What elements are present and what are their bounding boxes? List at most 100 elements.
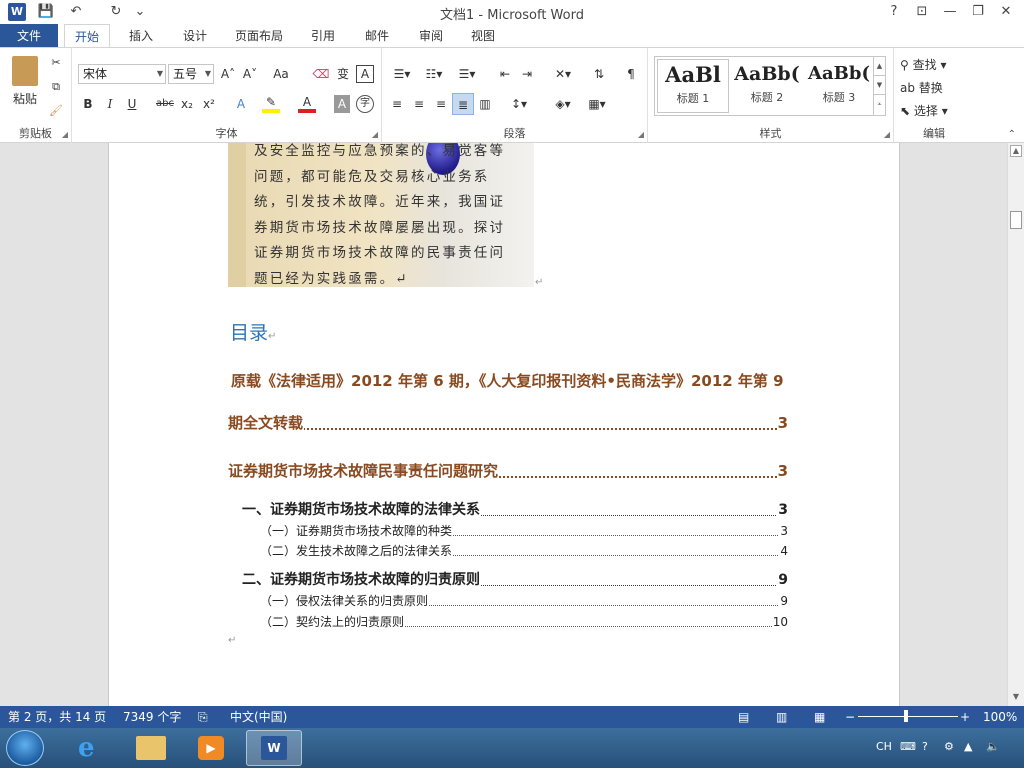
clipboard-dialog-launcher-icon[interactable]: ◢ (62, 130, 68, 139)
more-styles-icon[interactable]: ⩡ (874, 95, 885, 113)
paste-button[interactable]: 粘贴 (8, 90, 42, 108)
tab-insert[interactable]: 插入 (118, 24, 164, 48)
help-button[interactable]: ? (884, 3, 904, 21)
align-center-icon[interactable]: ≡ (410, 95, 428, 113)
asian-layout-icon[interactable]: ✕▾ (548, 65, 578, 83)
align-right-icon[interactable]: ≡ (432, 95, 450, 113)
toc-title[interactable]: 目录↵ (230, 318, 276, 345)
keyboard-icon[interactable]: ⌨ (900, 740, 916, 753)
cut-icon[interactable]: ✂ (48, 54, 64, 72)
styles-gallery-scroll[interactable]: ▲ ▼ ⩡ (873, 57, 885, 115)
zoom-out-button[interactable]: − (845, 709, 855, 725)
enclose-characters-icon[interactable]: 字 (356, 95, 374, 113)
explorer-taskbar-icon[interactable] (124, 730, 180, 766)
format-painter-icon[interactable]: 🖌 (48, 102, 64, 120)
media-player-taskbar-icon[interactable]: ▶ (184, 730, 240, 766)
decrease-indent-icon[interactable]: ⇤ (496, 65, 514, 83)
highlight-color-icon[interactable]: ✎ (262, 95, 280, 113)
line-spacing-icon[interactable]: ↕▾ (504, 95, 534, 113)
styles-dialog-launcher-icon[interactable]: ◢ (884, 130, 890, 139)
toc-entry-h3[interactable]: （二）契约法上的归责原则 10 (260, 614, 788, 630)
language-status[interactable]: 中文(中国) (230, 709, 287, 725)
numbering-icon[interactable]: ☷▾ (420, 65, 448, 83)
zoom-slider[interactable] (858, 716, 958, 717)
tab-design[interactable]: 设计 (172, 24, 218, 48)
tab-home[interactable]: 开始 (64, 24, 110, 48)
word-count-status[interactable]: 7349 个字 (123, 709, 181, 725)
underline-button[interactable]: U (124, 95, 140, 113)
increase-indent-icon[interactable]: ⇥ (518, 65, 536, 83)
close-button[interactable]: ✕ (996, 3, 1016, 21)
grow-font-button[interactable]: A˄ (218, 65, 238, 83)
read-mode-icon[interactable]: ▤ (738, 709, 749, 725)
phonetic-guide-icon[interactable]: 变 (334, 65, 352, 83)
toc-entry-h1-continued[interactable]: 期全文转载 3 (228, 413, 788, 433)
tab-mailings[interactable]: 邮件 (356, 24, 398, 48)
bullets-icon[interactable]: ☰▾ (388, 65, 416, 83)
tab-page-layout[interactable]: 页面布局 (228, 24, 290, 48)
page-count-status[interactable]: 第 2 页，共 14 页 (8, 709, 106, 725)
style-heading-2[interactable]: AaBb( 标题 2 (731, 59, 803, 113)
chevron-up-icon[interactable]: ▲ (874, 57, 885, 76)
scroll-down-icon[interactable]: ▼ (1010, 692, 1022, 704)
borders-icon[interactable]: ▦▾ (582, 95, 612, 113)
style-heading-3[interactable]: AaBb( 标题 3 (803, 59, 875, 113)
vertical-scrollbar[interactable]: ▲ ▼ (1007, 143, 1024, 706)
volume-icon[interactable]: 🔈 (986, 740, 1000, 753)
select-button[interactable]: ⬉ 选择 ▾ (900, 102, 970, 120)
print-layout-icon[interactable]: ▥ (776, 709, 787, 725)
toc-entry-h3[interactable]: （二）发生技术故障之后的法律关系 4 (260, 543, 788, 559)
toc-entry-h1[interactable]: 证券期货市场技术故障民事责任问题研究 3 (228, 461, 788, 481)
replace-button[interactable]: ab 替换 (900, 79, 970, 97)
character-shading-icon[interactable]: A (334, 95, 350, 113)
zoom-level[interactable]: 100% (983, 709, 1017, 725)
character-border-icon[interactable]: A (356, 65, 374, 83)
tab-references[interactable]: 引用 (302, 24, 344, 48)
distributed-icon[interactable]: ▥ (476, 95, 494, 113)
help-tray-icon[interactable]: ? (922, 740, 928, 753)
superscript-button[interactable]: x² (200, 95, 218, 113)
chevron-down-icon[interactable]: ▼ (874, 76, 885, 95)
shading-icon[interactable]: ◈▾ (548, 95, 578, 113)
toc-entry-h3[interactable]: （一）侵权法律关系的归责原则 9 (260, 593, 788, 609)
font-color-icon[interactable]: A (298, 95, 316, 113)
restore-button[interactable]: ❐ (968, 3, 988, 21)
copy-icon[interactable]: ⧉ (48, 78, 64, 96)
ribbon-display-options-button[interactable]: ⊡ (912, 3, 932, 21)
scroll-thumb[interactable] (1010, 211, 1022, 229)
tab-view[interactable]: 视图 (462, 24, 504, 48)
settings-tray-icon[interactable]: ⚙ (944, 740, 954, 753)
inline-image[interactable]: 及安全监控与应急预案的、易觉客等问题，都可能危及交易核心业务系统，引发技术故障。… (228, 143, 534, 287)
change-case-button[interactable]: Aa (268, 65, 294, 83)
show-hide-marks-icon[interactable]: ¶ (622, 65, 640, 83)
tab-review[interactable]: 审阅 (410, 24, 452, 48)
style-heading-1[interactable]: AaBl 标题 1 (657, 59, 729, 113)
toc-entry-h2[interactable]: 二、证券期货市场技术故障的归责原则 9 (242, 571, 788, 589)
clear-formatting-icon[interactable]: ⌫ (312, 65, 330, 83)
collapse-ribbon-icon[interactable]: ⌃ (1008, 129, 1016, 140)
italic-button[interactable]: I (102, 95, 118, 113)
toc-entry-h3[interactable]: （一）证券期货市场技术故障的种类 3 (260, 523, 788, 539)
proofing-icon[interactable]: ⎘ (198, 709, 208, 725)
find-button[interactable]: ⚲ 查找 ▾ (900, 56, 970, 74)
show-hidden-icons-icon[interactable]: ▲ (964, 740, 972, 753)
document-page[interactable]: 及安全监控与应急预案的、易觉客等问题，都可能危及交易核心业务系统，引发技术故障。… (108, 143, 900, 706)
zoom-slider-thumb[interactable] (904, 710, 908, 722)
font-size-combo[interactable]: 五号 ▼ (168, 64, 214, 84)
justify-icon[interactable]: ≣ (452, 93, 474, 115)
word-taskbar-icon[interactable]: W (246, 730, 302, 766)
zoom-in-button[interactable]: + (960, 709, 970, 725)
paragraph-dialog-launcher-icon[interactable]: ◢ (638, 130, 644, 139)
start-button-icon[interactable] (6, 730, 44, 766)
font-name-combo[interactable]: 宋体 ▼ (78, 64, 166, 84)
web-layout-icon[interactable]: ▦ (814, 709, 825, 725)
scroll-up-icon[interactable]: ▲ (1010, 145, 1022, 157)
text-effects-icon[interactable]: A (232, 95, 250, 113)
shrink-font-button[interactable]: A˅ (240, 65, 260, 83)
paste-icon[interactable] (12, 56, 38, 86)
ie-taskbar-icon[interactable]: e (64, 730, 120, 766)
multilevel-list-icon[interactable]: ☰▾ (452, 65, 482, 83)
toc-entry-h1[interactable]: 原载《法律适用》2012 年第 6 期，《人大复印报刊资料•民商法学》2012 … (228, 371, 788, 391)
strikethrough-button[interactable]: abc (154, 95, 176, 113)
bold-button[interactable]: B (80, 95, 96, 113)
